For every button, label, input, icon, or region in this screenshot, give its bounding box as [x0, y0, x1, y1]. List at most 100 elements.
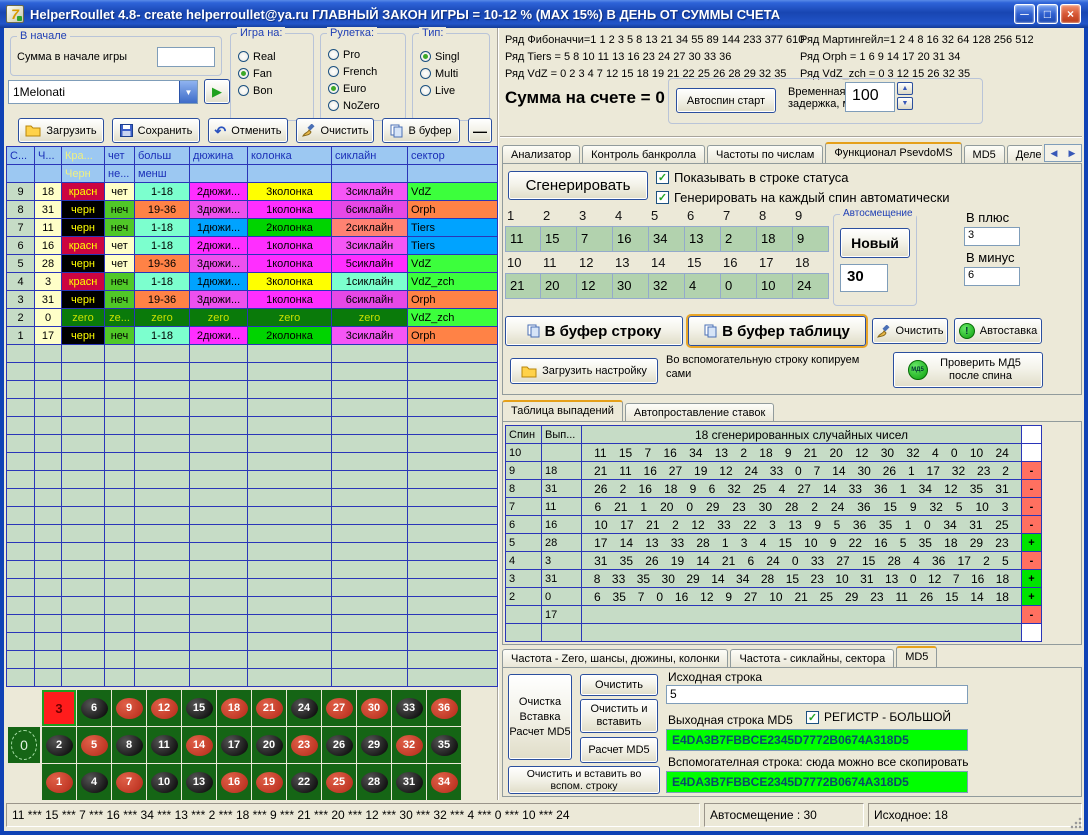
md5-aux-field[interactable]: E4DA3B7FBBCE2345D7772B0674A318D5: [666, 771, 968, 793]
table-cell[interactable]: [105, 543, 135, 561]
roulette-cell-32[interactable]: 32: [392, 727, 426, 763]
table-cell[interactable]: [35, 633, 62, 651]
table-cell[interactable]: 3колонка: [248, 273, 332, 291]
table-cell[interactable]: [7, 669, 35, 687]
tab-main-4[interactable]: MD5: [964, 145, 1005, 164]
table-cell[interactable]: [190, 543, 248, 561]
roulette-cell-19[interactable]: 19: [252, 764, 286, 800]
table-cell[interactable]: VdZ_zch: [408, 273, 498, 291]
table-cell[interactable]: [7, 543, 35, 561]
table-cell[interactable]: 3дюжи...: [190, 201, 248, 219]
save-button[interactable]: Сохранить: [112, 118, 200, 143]
table-cell[interactable]: [62, 345, 105, 363]
table-cell[interactable]: [190, 399, 248, 417]
table-cell[interactable]: [248, 525, 332, 543]
delay-value[interactable]: 100: [845, 82, 895, 112]
table-cell[interactable]: [35, 489, 62, 507]
buffer-table-button[interactable]: В буфер таблицу: [688, 316, 866, 346]
roulette-cell-29[interactable]: 29: [357, 727, 391, 763]
tab-main-5[interactable]: Деление кол: [1007, 145, 1042, 164]
table-cell[interactable]: [35, 669, 62, 687]
roulette-cell-18[interactable]: 18: [217, 690, 251, 726]
nums-cell[interactable]: 2621618963225427143336134123531: [582, 480, 1022, 498]
table-cell[interactable]: [248, 651, 332, 669]
table-cell[interactable]: [105, 381, 135, 399]
nums-cell[interactable]: 3135261914216240332715284361725: [582, 552, 1022, 570]
minimize-button[interactable]: ─: [1014, 4, 1035, 24]
table-cell[interactable]: [332, 651, 408, 669]
gen-value[interactable]: 11: [505, 226, 541, 252]
table-cell[interactable]: 1колонка: [248, 255, 332, 273]
table-cell[interactable]: [190, 381, 248, 399]
table-cell[interactable]: [248, 381, 332, 399]
table-cell[interactable]: [135, 345, 190, 363]
table-cell[interactable]: [35, 543, 62, 561]
table-cell[interactable]: [105, 579, 135, 597]
table-cell[interactable]: [332, 561, 408, 579]
table-cell[interactable]: [190, 345, 248, 363]
table-cell[interactable]: [248, 363, 332, 381]
table-cell[interactable]: [248, 543, 332, 561]
table-cell[interactable]: [332, 381, 408, 399]
table-cell[interactable]: 28: [35, 255, 62, 273]
table-cell[interactable]: черн: [62, 219, 105, 237]
table-cell[interactable]: [35, 471, 62, 489]
table-cell[interactable]: красн: [62, 273, 105, 291]
out-cell[interactable]: 31: [542, 480, 582, 498]
nums-cell[interactable]: 62112002923302822436159325103: [582, 498, 1022, 516]
table-cell[interactable]: [135, 615, 190, 633]
table-cell[interactable]: [7, 525, 35, 543]
table-cell[interactable]: [190, 471, 248, 489]
table-cell[interactable]: [7, 651, 35, 669]
table-cell[interactable]: [62, 597, 105, 615]
out-cell[interactable]: 31: [542, 570, 582, 588]
table-cell[interactable]: красн: [62, 183, 105, 201]
table-cell[interactable]: [35, 345, 62, 363]
minus-input[interactable]: 6: [964, 267, 1020, 286]
table-cell[interactable]: [248, 507, 332, 525]
table-cell[interactable]: [35, 363, 62, 381]
table-cell[interactable]: 3сиклайн: [332, 183, 408, 201]
table-cell[interactable]: [105, 597, 135, 615]
table-cell[interactable]: [35, 561, 62, 579]
nums-cell[interactable]: 101721212332231395363510343125: [582, 516, 1022, 534]
table-cell[interactable]: 3колонка: [248, 183, 332, 201]
table-cell[interactable]: 1: [7, 327, 35, 345]
table-cell[interactable]: [62, 399, 105, 417]
table-cell[interactable]: [408, 651, 498, 669]
table-cell[interactable]: [7, 561, 35, 579]
table-cell[interactable]: [408, 507, 498, 525]
roulette-cell-31[interactable]: 31: [392, 764, 426, 800]
nums-cell[interactable]: 1115716341321892120123032401024: [582, 444, 1022, 462]
tab-main-3[interactable]: Функционал PsevdoMS: [825, 142, 961, 164]
nums-cell[interactable]: 1714133328134151092216535182923: [582, 534, 1022, 552]
table-cell[interactable]: [408, 561, 498, 579]
table-cell[interactable]: 4: [7, 273, 35, 291]
table-cell[interactable]: [62, 417, 105, 435]
table-cell[interactable]: [7, 507, 35, 525]
tab-main-1[interactable]: Контроль банкролла: [582, 145, 705, 164]
roulette-cell-24[interactable]: 24: [287, 690, 321, 726]
roulette-cell-23[interactable]: 23: [287, 727, 321, 763]
arrow-down-icon[interactable]: ▼: [897, 97, 913, 110]
md5-big-button[interactable]: Очистка Вставка Расчет MD5: [508, 674, 572, 760]
table-cell[interactable]: [248, 669, 332, 687]
table-cell[interactable]: Tiers: [408, 219, 498, 237]
roulette-cell-28[interactable]: 28: [357, 764, 391, 800]
table-cell[interactable]: [35, 435, 62, 453]
table-cell[interactable]: [105, 435, 135, 453]
table-cell[interactable]: [35, 525, 62, 543]
table-cell[interactable]: 11: [35, 219, 62, 237]
table-cell[interactable]: Orph: [408, 201, 498, 219]
table-cell[interactable]: [332, 489, 408, 507]
table-cell[interactable]: [408, 453, 498, 471]
table-cell[interactable]: [7, 633, 35, 651]
tab-freq-2[interactable]: MD5: [896, 646, 937, 668]
table-cell[interactable]: 1-18: [135, 273, 190, 291]
tab-freq-1[interactable]: Частота - сиклайны, сектора: [730, 649, 894, 668]
tab-spins-0[interactable]: Таблица выпадений: [502, 400, 623, 422]
table-cell[interactable]: [190, 525, 248, 543]
table-cell[interactable]: 5: [7, 255, 35, 273]
table-cell[interactable]: [332, 633, 408, 651]
roulette-cell-17[interactable]: 17: [217, 727, 251, 763]
